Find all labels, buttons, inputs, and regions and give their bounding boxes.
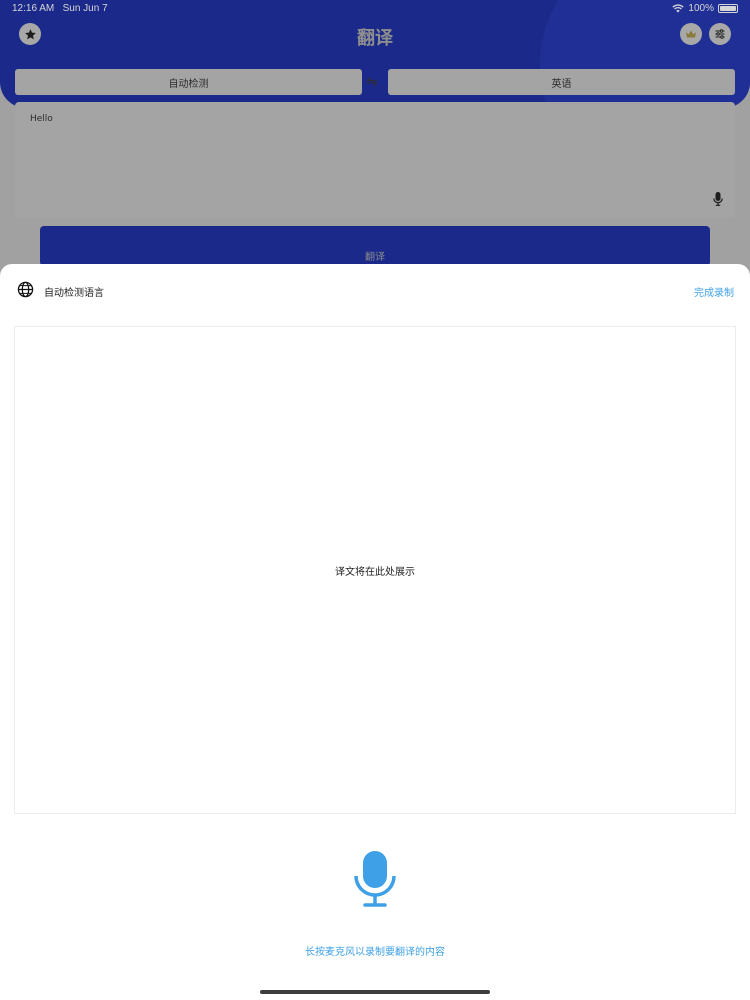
translation-result-area: 译文将在此处展示: [14, 326, 736, 814]
detect-language-label[interactable]: 自动检测语言: [44, 284, 104, 299]
translate-button-label: 翻译: [365, 251, 385, 263]
voice-record-sheet: 自动检测语言 完成录制 译文将在此处展示 长按麦克风以录制要翻译的内容: [0, 264, 750, 1000]
finish-recording-button[interactable]: 完成录制: [694, 284, 734, 299]
status-time-text: 12:16 AM: [12, 3, 55, 14]
status-right: 100%: [672, 3, 738, 14]
target-language-label: 英语: [551, 78, 572, 90]
premium-button[interactable]: [680, 23, 702, 45]
translate-button[interactable]: 翻译: [40, 226, 710, 266]
home-indicator[interactable]: [260, 990, 490, 994]
target-language-select[interactable]: 英语: [388, 69, 735, 95]
status-time: 12:16 AM Sun Jun 7: [12, 3, 108, 14]
status-bar: 12:16 AM Sun Jun 7 100%: [0, 0, 750, 18]
result-placeholder: 译文将在此处展示: [335, 566, 415, 578]
globe-icon: [17, 281, 34, 298]
sliders-icon: [715, 29, 725, 39]
record-microphone-button[interactable]: [353, 850, 397, 912]
microphone-icon: [713, 192, 723, 206]
status-date: Sun Jun 7: [62, 3, 108, 14]
battery-icon: [718, 4, 738, 13]
microphone-icon: [354, 851, 396, 907]
language-picker[interactable]: [17, 281, 34, 302]
source-language-select[interactable]: 自动检测: [15, 69, 362, 95]
sheet-header: 自动检测语言 完成录制: [0, 264, 750, 314]
settings-button[interactable]: [709, 23, 731, 45]
source-text-input[interactable]: Hello: [15, 102, 735, 218]
record-hint: 长按麦克风以录制要翻译的内容: [305, 947, 445, 958]
page-title: 翻译: [357, 28, 393, 49]
source-text-value: Hello: [30, 114, 53, 124]
swap-languages-icon[interactable]: ⇋: [366, 74, 378, 90]
source-language-label: 自动检测: [168, 78, 209, 90]
wifi-icon: [672, 4, 685, 13]
battery-percent: 100%: [688, 3, 714, 14]
crown-icon: [686, 30, 696, 38]
voice-input-button[interactable]: [713, 191, 723, 210]
